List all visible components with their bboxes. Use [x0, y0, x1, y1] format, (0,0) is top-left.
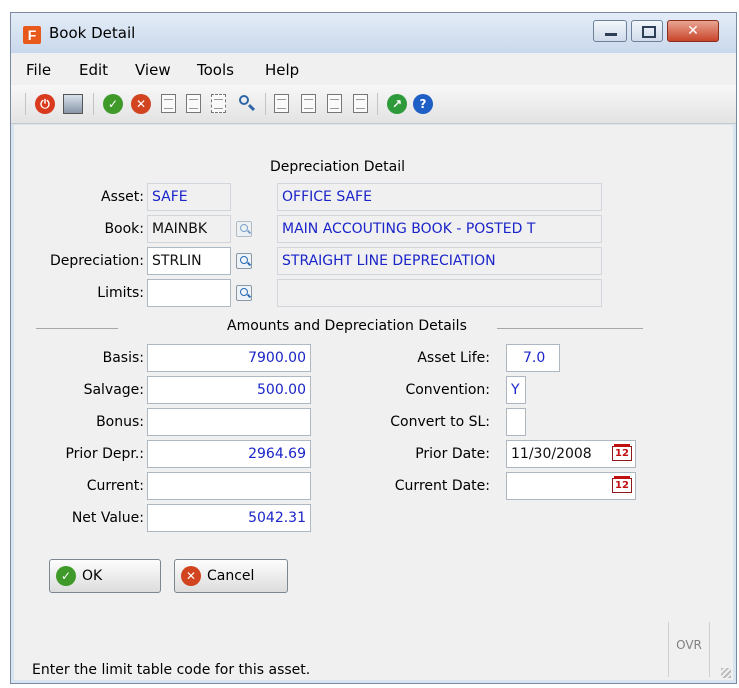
menu-bar: File Edit View Tools Help	[11, 53, 736, 85]
book-description: MAIN ACCOUTING BOOK - POSTED T	[277, 215, 602, 243]
overwrite-mode-text: OVR	[676, 638, 702, 652]
asset-life-label: Asset Life:	[417, 350, 490, 366]
minimize-icon	[605, 33, 617, 36]
asset-life-field[interactable]: 7.0	[506, 344, 560, 372]
section-divider-left	[36, 328, 118, 329]
overwrite-mode-indicator: OVR	[668, 622, 710, 677]
current-date-calendar-icon[interactable]: 12	[612, 476, 632, 494]
section-divider-right	[497, 328, 643, 329]
basis-label: Basis:	[102, 350, 144, 366]
limits-code-field[interactable]	[147, 279, 231, 307]
ok-button-label: OK	[82, 568, 103, 584]
toolbar-separator	[265, 93, 266, 115]
app-logo-icon: F	[23, 26, 41, 44]
depreciation-detail-heading: Depreciation Detail	[270, 159, 406, 175]
menu-edit[interactable]: Edit	[79, 61, 108, 79]
menu-view[interactable]: View	[135, 61, 171, 79]
check-icon[interactable]: ✓	[103, 94, 123, 114]
maximize-button[interactable]	[631, 20, 663, 42]
bonus-label: Bonus:	[96, 414, 144, 430]
cancel-icon: ✕	[181, 566, 201, 586]
convert-to-sl-label: Convert to SL:	[390, 414, 490, 430]
toolbar-separator	[93, 93, 94, 115]
paste-record-icon[interactable]	[186, 94, 201, 113]
depreciation-description: STRAIGHT LINE DEPRECIATION	[277, 247, 602, 275]
help-icon[interactable]: ?	[413, 94, 433, 114]
minimize-button[interactable]	[593, 20, 627, 42]
notes-icon[interactable]	[274, 94, 289, 113]
resize-grip[interactable]	[721, 668, 731, 678]
close-icon: ✕	[687, 23, 699, 39]
maximize-icon	[642, 26, 656, 38]
net-value-label: Net Value:	[71, 510, 144, 526]
toolbar-separator	[377, 93, 378, 115]
book-code-field[interactable]: MAINBK	[147, 215, 231, 243]
prior-date-calendar-icon[interactable]: 12	[612, 444, 632, 462]
book-label: Book:	[104, 221, 144, 237]
prior-depr-label: Prior Depr.:	[65, 446, 144, 462]
window-title: Book Detail	[49, 24, 136, 42]
limits-description	[277, 279, 602, 307]
current-date-label: Current Date:	[394, 478, 490, 494]
depreciation-code-field[interactable]: STRLIN	[147, 247, 231, 275]
check-icon: ✓	[56, 566, 76, 586]
net-value-field[interactable]: 5042.31	[147, 504, 311, 532]
book-detail-window: F Book Detail ✕ File Edit View Tools Hel…	[10, 12, 737, 684]
find-icon[interactable]	[237, 94, 257, 114]
amounts-heading: Amounts and Depreciation Details	[227, 318, 467, 334]
asset-label: Asset:	[101, 189, 144, 205]
current-field[interactable]	[147, 472, 311, 500]
close-button[interactable]: ✕	[667, 20, 719, 42]
depreciation-lookup-icon[interactable]	[236, 253, 252, 269]
current-label: Current:	[86, 478, 144, 494]
status-message: Enter the limit table code for this asse…	[32, 662, 311, 678]
basis-field[interactable]: 7900.00	[147, 344, 311, 372]
menu-help[interactable]: Help	[265, 61, 299, 79]
limits-label: Limits:	[97, 285, 144, 301]
menu-file[interactable]: File	[26, 61, 51, 79]
prior-depr-field[interactable]: 2964.69	[147, 440, 311, 468]
salvage-field[interactable]: 500.00	[147, 376, 311, 404]
menu-tools[interactable]: Tools	[197, 61, 234, 79]
power-icon[interactable]: ⏻	[35, 94, 55, 114]
chart-icon[interactable]: ↗	[387, 94, 407, 114]
copy-record-icon[interactable]	[161, 94, 176, 113]
convention-label: Convention:	[405, 382, 490, 398]
ok-button[interactable]: ✓ OK	[49, 559, 161, 593]
cancel-button-label: Cancel	[207, 568, 255, 584]
asset-description: OFFICE SAFE	[277, 183, 602, 211]
asset-code-field[interactable]: SAFE	[147, 183, 231, 211]
save-icon[interactable]	[63, 94, 83, 114]
cancel-button[interactable]: ✕ Cancel	[174, 559, 288, 593]
select-all-icon[interactable]	[211, 94, 226, 113]
prior-date-label: Prior Date:	[415, 446, 490, 462]
salvage-label: Salvage:	[83, 382, 144, 398]
book-lookup-icon[interactable]	[236, 221, 252, 237]
report-icon[interactable]	[327, 94, 342, 113]
convert-to-sl-field[interactable]	[506, 408, 526, 436]
attachment-icon[interactable]	[301, 94, 316, 113]
checklist-icon[interactable]	[353, 94, 368, 113]
depreciation-label: Depreciation:	[49, 253, 144, 269]
title-bar[interactable]: F Book Detail ✕	[11, 13, 736, 53]
cancel-icon[interactable]: ✕	[131, 94, 151, 114]
form-body: Depreciation Detail Asset: SAFE OFFICE S…	[14, 125, 733, 680]
limits-lookup-icon[interactable]	[236, 285, 252, 301]
convention-field[interactable]: Y	[506, 376, 526, 404]
bonus-field[interactable]	[147, 408, 311, 436]
status-bar: Enter the limit table code for this asse…	[14, 622, 733, 680]
toolbar-grip	[25, 93, 26, 115]
toolbar: ⏻ ✓ ✕ ↗ ?	[11, 85, 736, 124]
